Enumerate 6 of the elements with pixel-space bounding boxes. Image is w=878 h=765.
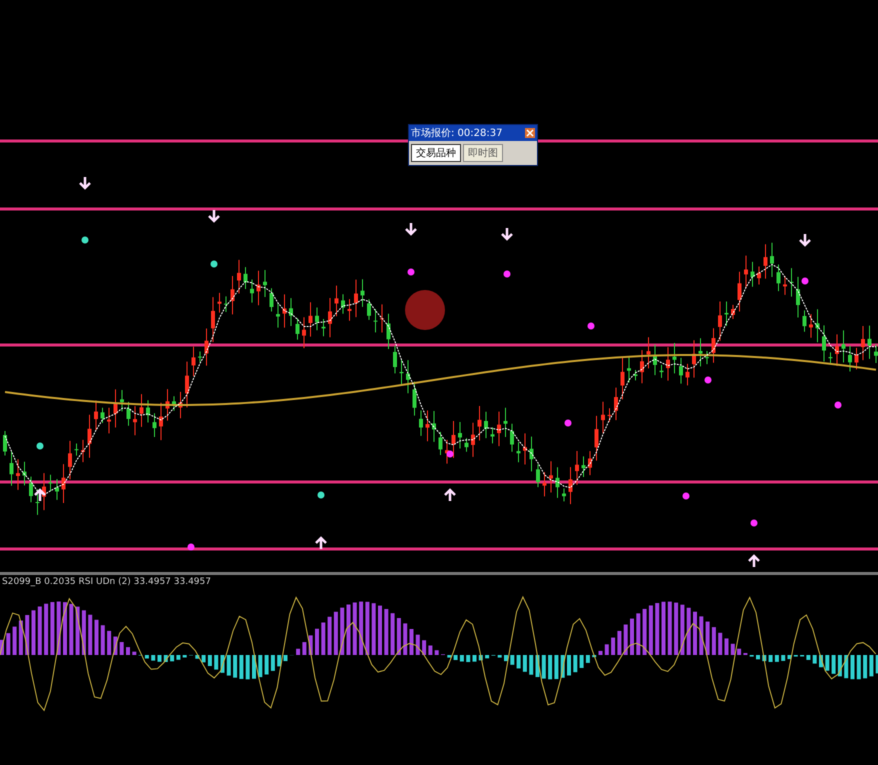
indicator-label: S2099_B 0.2035 RSI UDn (2) 33.4957 33.4957 xyxy=(2,577,211,587)
cursor-highlight-icon xyxy=(405,290,445,330)
close-icon[interactable] xyxy=(525,128,535,138)
tab[interactable]: 交易品种 xyxy=(411,144,461,162)
window-title: 市场报价: 00:28:37 xyxy=(411,126,502,140)
tab[interactable]: 即时图 xyxy=(463,144,503,162)
